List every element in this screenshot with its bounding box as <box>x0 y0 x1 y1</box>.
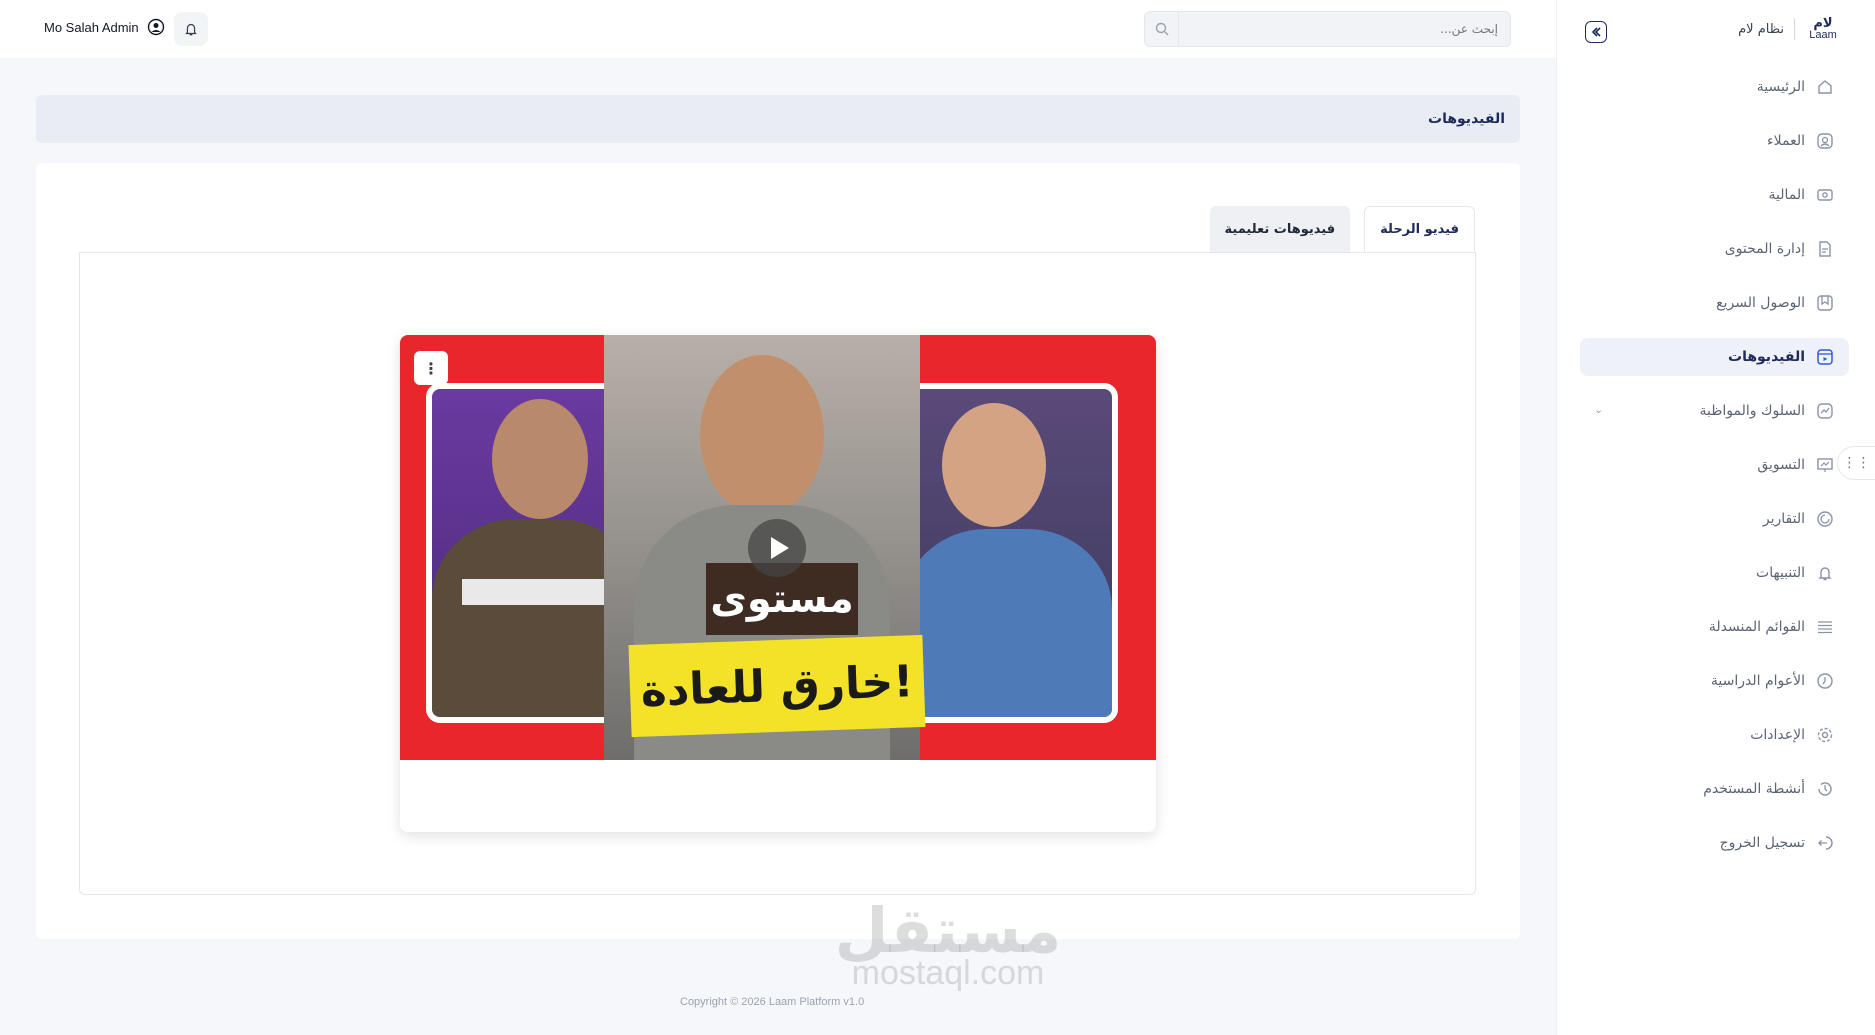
sidebar-item-label: الرئيسية <box>1756 79 1805 95</box>
more-options-icon[interactable]: ⋮ <box>414 351 448 385</box>
sidebar-item-logout[interactable]: تسجيل الخروج <box>1580 824 1849 862</box>
bookmark-icon <box>1815 293 1835 313</box>
sidebar-item-label: الأعوام الدراسية <box>1710 673 1805 689</box>
sidebar-item-label: الإعدادات <box>1750 727 1805 743</box>
report-icon <box>1815 509 1835 529</box>
sidebar-item-label: تسجيل الخروج <box>1719 835 1805 851</box>
sidebar-item-dropdown-lists[interactable]: القوائم المنسدلة <box>1580 608 1849 646</box>
search-bar <box>1144 11 1511 47</box>
sidebar-item-behavior[interactable]: السلوك والمواظبة ⌄ <box>1580 392 1849 430</box>
activity-icon <box>1815 401 1835 421</box>
sidebar-item-notifications[interactable]: التنبيهات <box>1580 554 1849 592</box>
sidebar-item-videos[interactable]: الفيديوهات <box>1580 338 1849 376</box>
sidebar-item-label: السلوك والمواظبة <box>1699 403 1805 419</box>
sidebar-item-label: أنشطة المستخدم <box>1703 781 1805 797</box>
thumbnail-title-bottom: خارق للعادة! <box>628 634 926 738</box>
sidebar-item-label: المالية <box>1768 187 1805 203</box>
user-avatar-icon <box>147 18 164 36</box>
footer-copyright: Copyright © 2026 Laam Platform v1.0 <box>680 996 865 1008</box>
sidebar-item-label: الفيديوهات <box>1728 349 1805 365</box>
sidebar-item-label: العملاء <box>1767 133 1805 149</box>
sidebar-item-label: الوصول السريع <box>1716 295 1805 311</box>
notifications-button[interactable] <box>174 12 208 46</box>
presentation-icon <box>1815 455 1835 475</box>
chevron-down-icon[interactable]: ⌄ <box>1594 403 1603 416</box>
sidebar-item-reports[interactable]: التقارير <box>1580 500 1849 538</box>
logo-text-en: Laam <box>1809 29 1837 41</box>
bell-icon <box>1815 563 1835 583</box>
history-icon <box>1815 779 1835 799</box>
video-icon <box>1815 347 1835 367</box>
tab-educational-videos[interactable]: فيديوهات تعليمية <box>1209 206 1351 252</box>
sidebar-item-label: التنبيهات <box>1756 565 1805 581</box>
collapse-sidebar-button[interactable] <box>1585 21 1607 43</box>
bell-icon <box>185 23 197 36</box>
sidebar-item-home[interactable]: الرئيسية <box>1580 68 1849 106</box>
sidebar-item-settings[interactable]: الإعدادات <box>1580 716 1849 754</box>
sidebar-item-label: القوائم المنسدلة <box>1708 619 1805 635</box>
play-icon[interactable] <box>748 519 806 577</box>
video-tabs: فيديو الرحلة فيديوهات تعليمية <box>1209 206 1475 252</box>
brand-name: نظام لام <box>1738 21 1784 37</box>
home-icon <box>1815 77 1835 97</box>
sidebar-item-label: التقارير <box>1762 511 1805 527</box>
video-thumbnail[interactable]: مستوى خارق للعادة! ⋮ <box>400 335 1156 760</box>
search-input[interactable] <box>1179 12 1510 46</box>
sidebar-nav: الرئيسية العملاء المالية إدارة المحتوى ا… <box>1580 68 1849 878</box>
list-icon <box>1815 617 1835 637</box>
brand[interactable]: نظام لام لام Laam <box>1738 14 1841 44</box>
sidebar-item-finance[interactable]: المالية <box>1580 176 1849 214</box>
tab-journey-video[interactable]: فيديو الرحلة <box>1364 206 1475 252</box>
clock-icon <box>1815 671 1835 691</box>
sidebar-item-quick-access[interactable]: الوصول السريع <box>1580 284 1849 322</box>
double-chevron-icon <box>1591 27 1601 37</box>
document-icon <box>1815 239 1835 259</box>
drag-handle-icon[interactable]: ⋮⋮ <box>1837 446 1875 480</box>
sidebar-item-label: التسويق <box>1757 457 1805 473</box>
brand-divider <box>1794 18 1795 40</box>
logout-icon <box>1815 833 1835 853</box>
sidebar: نظام لام لام Laam الرئيسية العملاء المال… <box>1556 0 1875 1035</box>
sidebar-item-marketing[interactable]: التسويق <box>1580 446 1849 484</box>
watermark-en: mostaql.com <box>851 954 1045 992</box>
sidebar-item-content-management[interactable]: إدارة المحتوى <box>1580 230 1849 268</box>
laam-logo: لام Laam <box>1805 14 1841 44</box>
user-name: Mo Salah Admin <box>44 19 139 35</box>
banknote-icon <box>1815 185 1835 205</box>
watermark: مستقل mostaql.com <box>818 894 1078 992</box>
user-circle-icon <box>1815 131 1835 151</box>
user-menu[interactable]: Mo Salah Admin <box>44 18 165 36</box>
gear-icon <box>1815 725 1835 745</box>
topbar: Mo Salah Admin <box>0 0 1556 58</box>
page-title-bar: الفيديوهات <box>36 95 1520 143</box>
video-card[interactable]: مستوى خارق للعادة! ⋮ <box>400 335 1156 832</box>
sidebar-item-label: إدارة المحتوى <box>1724 241 1805 257</box>
sidebar-item-user-activities[interactable]: أنشطة المستخدم <box>1580 770 1849 808</box>
sidebar-item-academic-years[interactable]: الأعوام الدراسية <box>1580 662 1849 700</box>
sidebar-item-clients[interactable]: العملاء <box>1580 122 1849 160</box>
search-icon[interactable] <box>1145 12 1179 46</box>
page-title: الفيديوهات <box>1428 111 1505 127</box>
watermark-ar: مستقل <box>834 894 1062 967</box>
